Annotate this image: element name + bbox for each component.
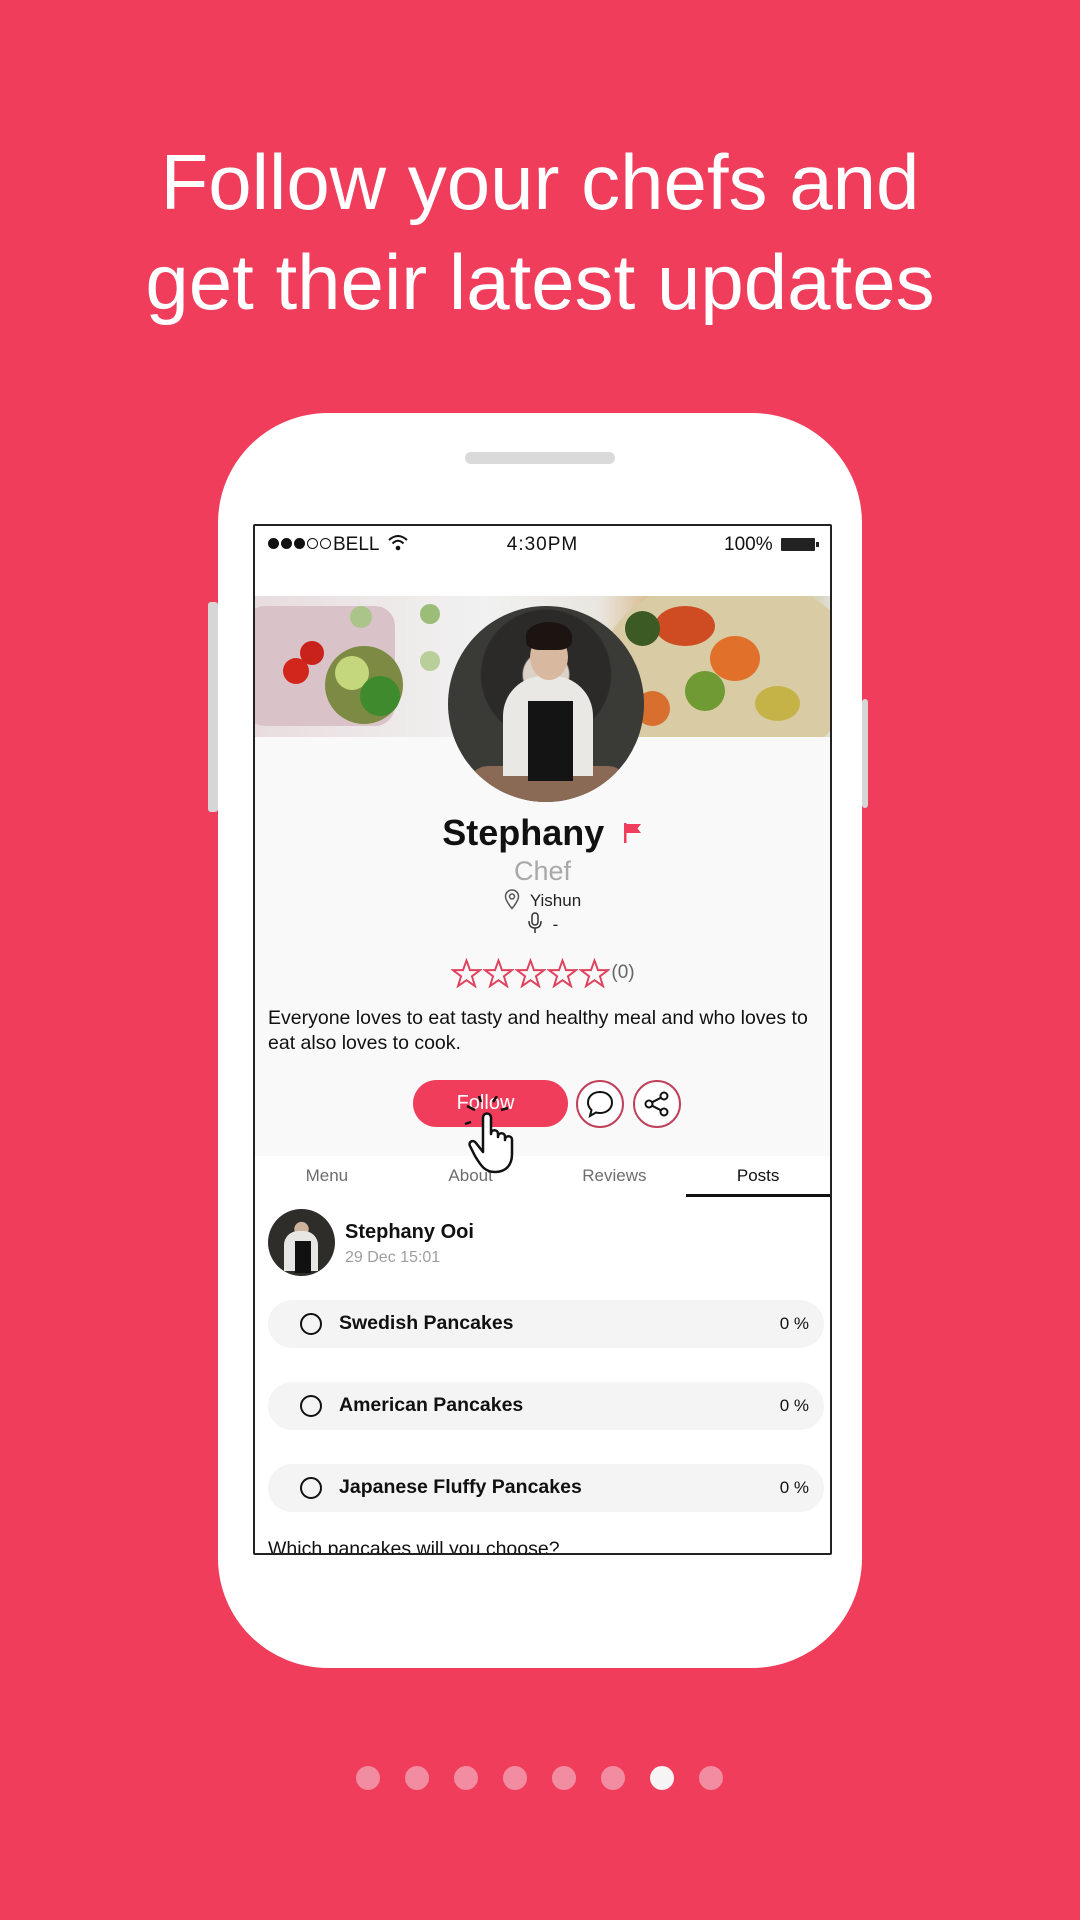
page-dot-active[interactable] <box>650 1766 674 1790</box>
poll-option-percent: 0 % <box>779 1478 809 1497</box>
phone-speaker <box>465 452 615 464</box>
page-dot[interactable] <box>601 1766 625 1790</box>
star-icon[interactable] <box>546 958 578 988</box>
poll-option-percent: 0 % <box>779 1396 809 1415</box>
star-icon[interactable] <box>482 958 514 988</box>
language-text: - <box>552 915 559 934</box>
tab-posts[interactable]: Posts <box>686 1156 830 1197</box>
page-dot[interactable] <box>503 1766 527 1790</box>
rating-stars: (0) <box>255 958 830 988</box>
page-dot[interactable] <box>552 1766 576 1790</box>
post-header: Stephany Ooi 29 Dec 15:01 <box>268 1209 828 1277</box>
location-text: Yishun <box>529 891 582 910</box>
post-author-name[interactable]: Stephany Ooi <box>345 1221 474 1244</box>
headline-line-1: Follow your chefs and <box>160 138 920 226</box>
share-icon <box>644 1091 669 1117</box>
page-dot[interactable] <box>356 1766 380 1790</box>
chat-button[interactable] <box>576 1080 624 1128</box>
star-icon[interactable] <box>578 958 610 988</box>
poll-option-label: Swedish Pancakes <box>339 1312 514 1334</box>
post-author-avatar[interactable] <box>268 1209 335 1276</box>
star-icon[interactable] <box>514 958 546 988</box>
hand-cursor-icon <box>464 1096 514 1174</box>
chat-icon <box>586 1090 614 1119</box>
location-row: Yishun <box>255 889 830 911</box>
poll-option-label: American Pancakes <box>339 1394 524 1416</box>
star-icon[interactable] <box>450 958 482 988</box>
phone-side-button-left <box>208 602 218 812</box>
page-indicator <box>356 1766 723 1790</box>
poll-option[interactable]: Japanese Fluffy Pancakes 0 % <box>268 1464 824 1512</box>
microphone-icon <box>527 912 542 933</box>
page-dot[interactable] <box>699 1766 723 1790</box>
rating-count: (0) <box>611 962 635 983</box>
poll-question: Which pancakes will you choose? <box>268 1538 560 1555</box>
status-bar: BELL 4:30PM 100% <box>255 526 830 566</box>
page-dot[interactable] <box>454 1766 478 1790</box>
headline-line-2: get their latest updates <box>145 238 935 326</box>
poll-option[interactable]: American Pancakes 0 % <box>268 1382 824 1430</box>
profile-tabs: Menu About Reviews Posts <box>255 1156 830 1197</box>
radio-icon[interactable] <box>300 1313 322 1335</box>
phone-screen: BELL 4:30PM 100% Stephany Chef Yishun - … <box>253 524 832 1555</box>
chef-role: Chef <box>513 856 572 886</box>
share-button[interactable] <box>633 1080 681 1128</box>
tab-menu[interactable]: Menu <box>255 1156 399 1190</box>
chef-name: Stephany <box>442 812 605 853</box>
battery-percent: 100% <box>724 534 773 555</box>
chef-name-row: Stephany <box>255 812 830 854</box>
language-row: - <box>255 912 830 935</box>
radio-icon[interactable] <box>300 1395 322 1417</box>
phone-side-button-right <box>862 699 868 808</box>
poll-option-label: Japanese Fluffy Pancakes <box>339 1476 582 1498</box>
chef-avatar[interactable] <box>448 606 644 802</box>
battery-icon <box>781 538 819 551</box>
radio-icon[interactable] <box>300 1477 322 1499</box>
poll-option[interactable]: Swedish Pancakes 0 % <box>268 1300 824 1348</box>
post-date: 29 Dec 15:01 <box>345 1249 441 1266</box>
poll-option-percent: 0 % <box>779 1314 809 1333</box>
location-pin-icon <box>504 889 520 910</box>
tab-reviews[interactable]: Reviews <box>543 1156 687 1190</box>
chef-bio: Everyone loves to eat tasty and healthy … <box>268 1007 808 1054</box>
headline: Follow your chefs and get their latest u… <box>0 132 1080 332</box>
page-dot[interactable] <box>405 1766 429 1790</box>
flag-icon[interactable] <box>623 822 643 844</box>
